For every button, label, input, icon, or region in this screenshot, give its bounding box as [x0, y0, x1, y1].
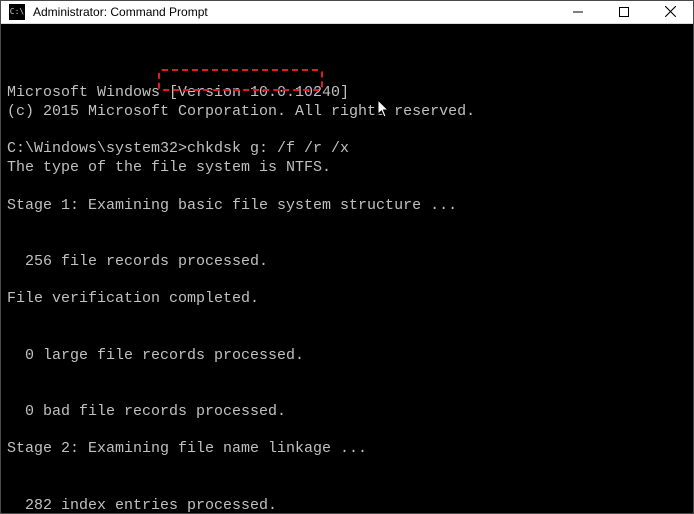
console-line: (c) 2015 Microsoft Corporation. All righ… — [7, 103, 687, 122]
console-line — [7, 122, 687, 141]
maximize-button[interactable] — [601, 1, 647, 23]
console-line: The type of the file system is NTFS. — [7, 159, 687, 178]
console-line: Stage 1: Examining basic file system str… — [7, 197, 687, 216]
console-line — [7, 328, 687, 347]
console-line — [7, 234, 687, 253]
console-line: File verification completed. — [7, 290, 687, 309]
close-button[interactable] — [647, 1, 693, 23]
console-line: Stage 2: Examining file name linkage ... — [7, 440, 687, 459]
console-line: C:\Windows\system32>chkdsk g: /f /r /x — [7, 140, 687, 159]
command-prompt-window: Administrator: Command Prompt Microsoft … — [0, 0, 694, 514]
minimize-button[interactable] — [555, 1, 601, 23]
window-controls — [555, 1, 693, 23]
console-line — [7, 478, 687, 497]
console-line — [7, 384, 687, 403]
console-line: 0 large file records processed. — [7, 347, 687, 366]
console-line: 282 index entries processed. — [7, 497, 687, 513]
titlebar[interactable]: Administrator: Command Prompt — [1, 1, 693, 24]
console-line — [7, 272, 687, 291]
console-line: 256 file records processed. — [7, 253, 687, 272]
console-line — [7, 422, 687, 441]
app-icon — [9, 4, 25, 20]
console-line — [7, 215, 687, 234]
window-title: Administrator: Command Prompt — [31, 5, 555, 19]
console-line: 0 bad file records processed. — [7, 403, 687, 422]
console-output[interactable]: Microsoft Windows [Version 10.0.10240](c… — [1, 24, 693, 513]
console-line — [7, 459, 687, 478]
console-line — [7, 178, 687, 197]
console-line — [7, 309, 687, 328]
console-line — [7, 365, 687, 384]
console-line: Microsoft Windows [Version 10.0.10240] — [7, 84, 687, 103]
